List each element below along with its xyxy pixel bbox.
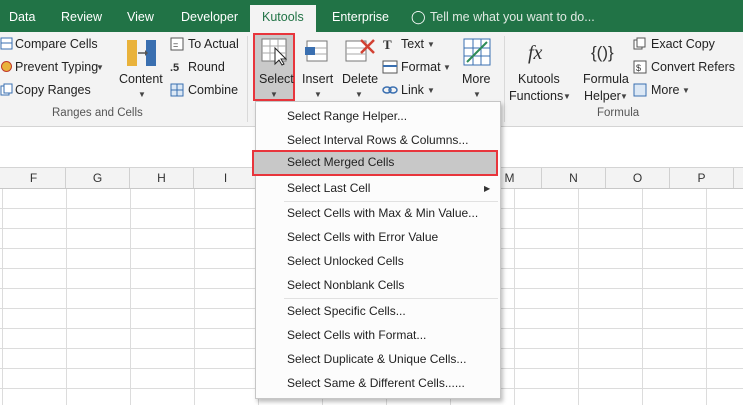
column-header-p[interactable]: P [670,168,734,188]
exact-copy-icon [633,37,646,50]
link-button[interactable]: Link [401,83,424,97]
formula-helper-line1[interactable]: Formula [583,72,629,86]
menu-item-select-nonblank-cells[interactable]: Select Nonblank Cells [256,274,500,296]
copy-ranges-icon [0,83,13,96]
chevron-down-icon: ▼ [443,63,451,72]
menu-item-select-cells-with-format[interactable]: Select Cells with Format... [256,324,500,346]
tell-me-search[interactable]: Tell me what you want to do... [430,0,595,32]
link-icon [382,86,398,94]
more-formula-button[interactable]: More [651,83,679,97]
insert-icon [305,40,328,62]
exact-copy-button[interactable]: Exact Copy [651,37,715,51]
menu-item-select-duplicate-unique[interactable]: Select Duplicate & Unique Cells... [256,348,500,370]
svg-text:=: = [173,40,178,50]
select-dropdown-menu: Select Range Helper... Select Interval R… [255,101,501,399]
chevron-down-icon: ▼ [473,90,481,99]
svg-text:fx: fx [528,42,543,64]
group-label-formula: Formula [597,107,640,119]
combine-button[interactable]: Combine [188,83,238,97]
convert-refers-button[interactable]: Convert Refers [651,60,735,74]
column-header-i[interactable]: I [194,168,258,188]
column-header-n[interactable]: N [542,168,606,188]
to-actual-icon: = [170,37,184,51]
menu-item-label: Select Merged Cells [287,155,395,169]
text-button[interactable]: Text [401,37,424,51]
column-header-h[interactable]: H [130,168,194,188]
menu-separator [284,298,498,299]
group-divider [247,36,248,122]
kutools-functions-line1[interactable]: Kutools [518,72,560,86]
svg-text:$: $ [636,63,641,73]
column-header-o[interactable]: O [606,168,670,188]
chevron-down-icon: ▼ [682,86,690,95]
combine-icon [170,83,184,97]
menu-item-select-last-cell[interactable]: Select Last Cell [256,177,500,199]
chevron-down-icon: ▼ [427,86,435,95]
menu-item-select-max-min-value[interactable]: Select Cells with Max & Min Value... [256,202,500,224]
to-actual-button[interactable]: To Actual [188,37,239,51]
menu-item-select-unlocked-cells[interactable]: Select Unlocked Cells [256,250,500,272]
select-button-label: Select [259,72,294,86]
select-icon [261,38,287,66]
group-divider [504,36,505,122]
copy-ranges-button[interactable]: Copy Ranges [15,83,91,97]
chevron-down-icon: ▼ [427,40,435,49]
compare-cells-button[interactable]: Compare Cells [15,37,98,51]
function-fx-icon: fx [528,42,543,64]
tab-kutools[interactable]: Kutools [250,5,316,32]
chevron-down-icon: ▼ [563,92,571,101]
kutools-functions-line2[interactable]: Functions [509,89,563,103]
prevent-typing-button[interactable]: Prevent Typing [15,60,98,74]
delete-button[interactable]: Delete [342,72,378,86]
menu-item-select-same-different[interactable]: Select Same & Different Cells...... [256,372,500,394]
chevron-down-icon: ▼ [314,90,322,99]
chevron-down-icon: ▼ [138,90,146,99]
format-icon [382,60,398,74]
svg-text:T: T [383,37,392,51]
convert-refers-icon: $ [633,60,647,74]
content-icon [127,40,156,66]
delete-icon [345,39,375,62]
insert-button[interactable]: Insert [302,72,333,86]
menu-item-select-specific-cells[interactable]: Select Specific Cells... [256,300,500,322]
round-icon: .5 [170,62,179,74]
lightbulb-icon: ◯ [411,9,426,24]
menu-item-select-merged-cells[interactable]: Select Merged Cells [252,150,498,176]
chevron-down-icon: ▼ [96,63,104,72]
chevron-down-icon: ▼ [270,90,278,99]
column-header-f[interactable]: F [2,168,66,188]
menu-item-select-interval-rows-columns[interactable]: Select Interval Rows & Columns... [256,129,500,151]
tab-view[interactable]: View [127,0,154,32]
submenu-arrow-icon: ▶ [484,184,491,193]
more-button[interactable]: More [462,72,490,86]
round-button[interactable]: Round [188,60,225,74]
tab-data[interactable]: Data [9,0,35,32]
column-header-g[interactable]: G [66,168,130,188]
menu-item-select-error-value[interactable]: Select Cells with Error Value [256,226,500,248]
ribbon-tab-bar: Data Review View Developer Kutools Enter… [0,0,743,32]
group-label-ranges-and-cells: Ranges and Cells [52,107,143,119]
chevron-down-icon: ▼ [355,90,363,99]
formula-helper-icon: {()} [591,43,614,62]
compare-cells-icon [0,37,13,50]
format-button[interactable]: Format [401,60,441,74]
svg-text:{()}: {()} [591,43,614,62]
tab-developer[interactable]: Developer [181,0,238,32]
menu-item-select-range-helper[interactable]: Select Range Helper... [256,105,500,127]
svg-text:.5: .5 [170,62,179,74]
chevron-down-icon: ▼ [620,92,628,101]
more-grid-icon [463,38,491,66]
formula-helper-line2[interactable]: Helper [584,89,621,103]
content-button[interactable]: Content [119,72,163,86]
text-icon: T [383,37,392,51]
more-formula-icon [633,83,647,97]
tab-review[interactable]: Review [61,0,102,32]
tab-enterprise[interactable]: Enterprise [332,0,389,32]
prevent-typing-icon [1,61,12,72]
